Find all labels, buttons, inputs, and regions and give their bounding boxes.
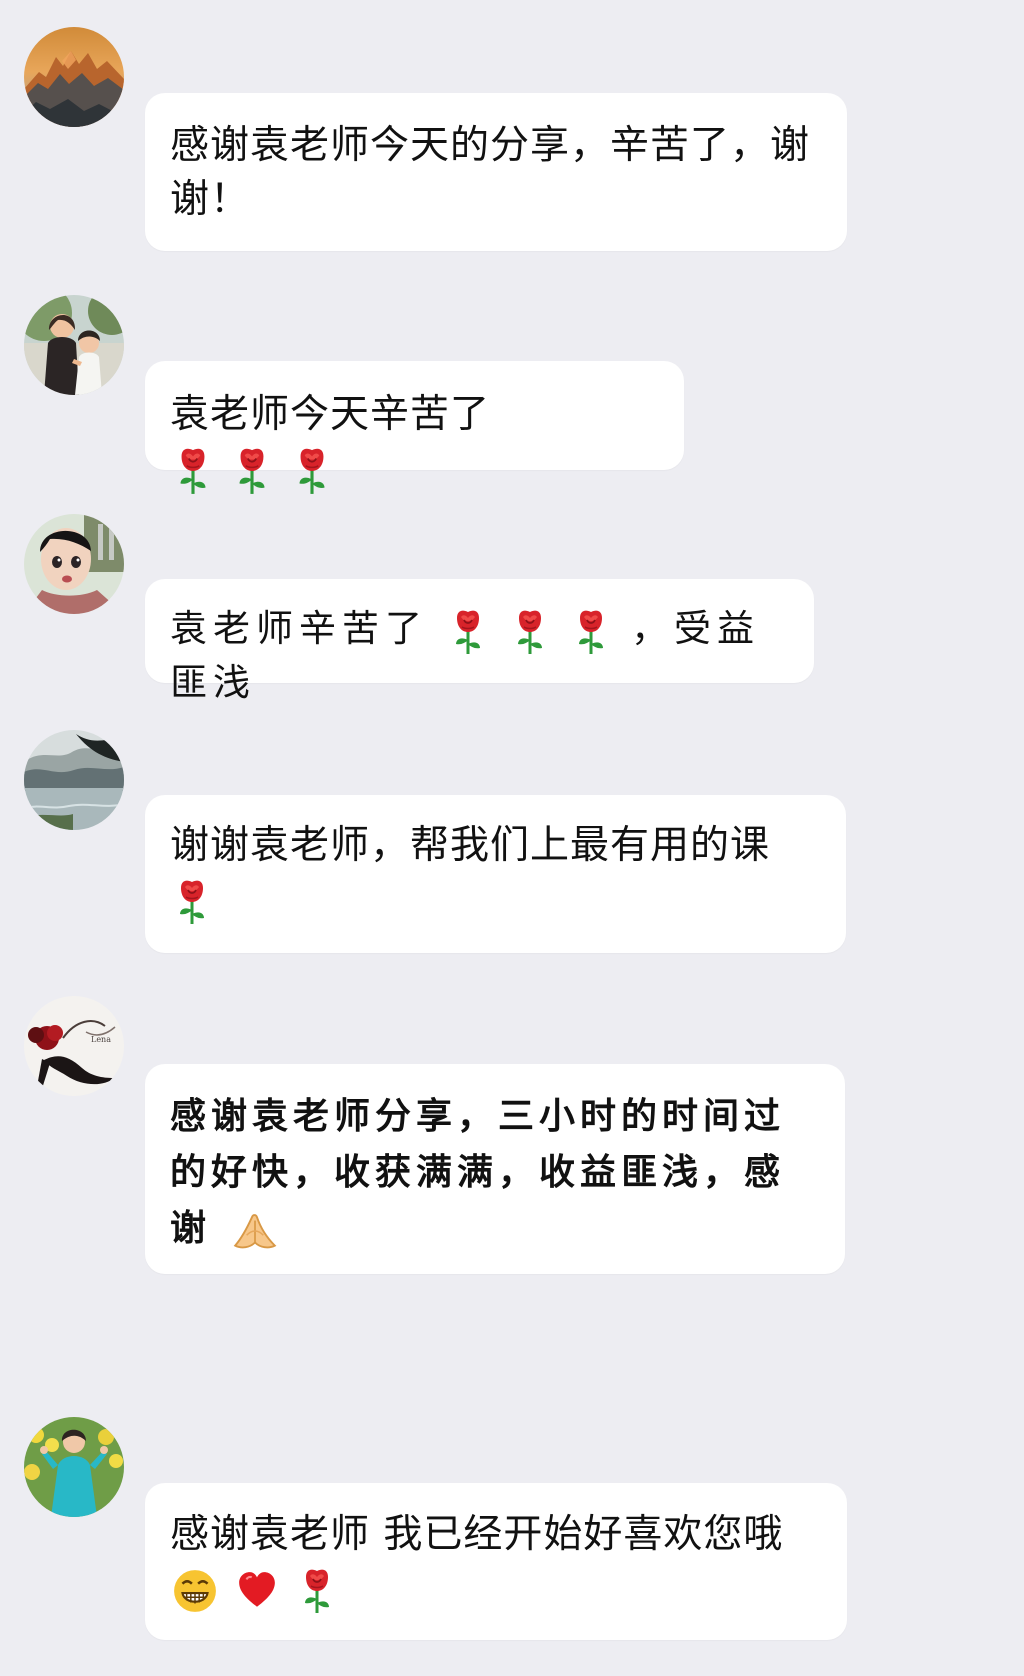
mountain-sunset-avatar[interactable] [24, 27, 124, 127]
high-heel-shoe-avatar[interactable]: Lena [24, 996, 124, 1096]
child-face-avatar[interactable] [24, 514, 124, 614]
rose-icon [172, 878, 212, 926]
rose-icon [448, 608, 488, 656]
woman-flower-field-avatar[interactable] [24, 1417, 124, 1517]
emoji-row [446, 607, 631, 650]
child-face-image [24, 514, 124, 614]
grinning-face-icon [172, 1568, 218, 1614]
chat-message: 感谢袁老师 我已经开始好喜欢您哦 [0, 1417, 1024, 1647]
rose-icon [172, 446, 214, 496]
rose-icon [291, 446, 333, 496]
rose-icon [571, 608, 611, 656]
message-text: 谢谢袁老师，帮我们上最有用的课 [170, 823, 771, 868]
chat-message-list: 感谢袁老师今天的分享，辛苦了，谢谢！ 袁老师今天辛苦了 袁老师辛苦了 ，受益匪浅… [0, 0, 1024, 1676]
chat-message: 袁老师今天辛苦了 [0, 295, 1024, 470]
chat-message: 谢谢袁老师，帮我们上最有用的课 [0, 730, 1024, 960]
mountain-sunset-image [24, 27, 124, 127]
message-text: 袁老师今天辛苦了 [170, 392, 491, 437]
mother-child-image [24, 295, 124, 395]
lake-landscape-image [24, 730, 124, 830]
message-bubble[interactable]: 感谢袁老师分享，三小时的时间过的好快，收获满满，收益匪浅，感谢 [145, 1064, 845, 1274]
svg-text:Lena: Lena [91, 1035, 111, 1044]
rose-icon [231, 446, 273, 496]
woman-flower-field-image [24, 1417, 124, 1517]
rose-icon [510, 608, 550, 656]
rose-icon [297, 1567, 337, 1615]
emoji-row [170, 446, 335, 491]
red-heart-icon [235, 1570, 279, 1612]
chat-message: 袁老师辛苦了 ，受益匪浅 [0, 514, 1024, 704]
message-text: 感谢袁老师 我已经开始好喜欢您哦 [170, 1512, 784, 1557]
lake-landscape-avatar[interactable] [24, 730, 124, 830]
high-heel-shoe-image: Lena [24, 996, 124, 1096]
message-bubble[interactable]: 谢谢袁老师，帮我们上最有用的课 [145, 795, 846, 953]
emoji-row [170, 877, 214, 922]
chat-message: Lena 感谢袁老师分享，三小时的时间过的好快，收获满满，收益匪浅，感谢 [0, 996, 1024, 1286]
emoji-row [170, 1566, 339, 1611]
message-bubble[interactable]: 感谢袁老师 我已经开始好喜欢您哦 [145, 1483, 847, 1640]
message-bubble[interactable]: 袁老师今天辛苦了 [145, 361, 684, 470]
chat-message: 感谢袁老师今天的分享，辛苦了，谢谢！ [0, 27, 1024, 251]
praying-hands-icon [231, 1210, 279, 1252]
mother-child-avatar[interactable] [24, 295, 124, 395]
message-text: 感谢袁老师今天的分享，辛苦了，谢谢！ [170, 123, 811, 222]
message-bubble[interactable]: 感谢袁老师今天的分享，辛苦了，谢谢！ [145, 93, 847, 251]
emoji-row [229, 1207, 281, 1249]
message-text: 袁老师辛苦了 [170, 607, 428, 650]
message-bubble[interactable]: 袁老师辛苦了 ，受益匪浅 [145, 579, 814, 704]
